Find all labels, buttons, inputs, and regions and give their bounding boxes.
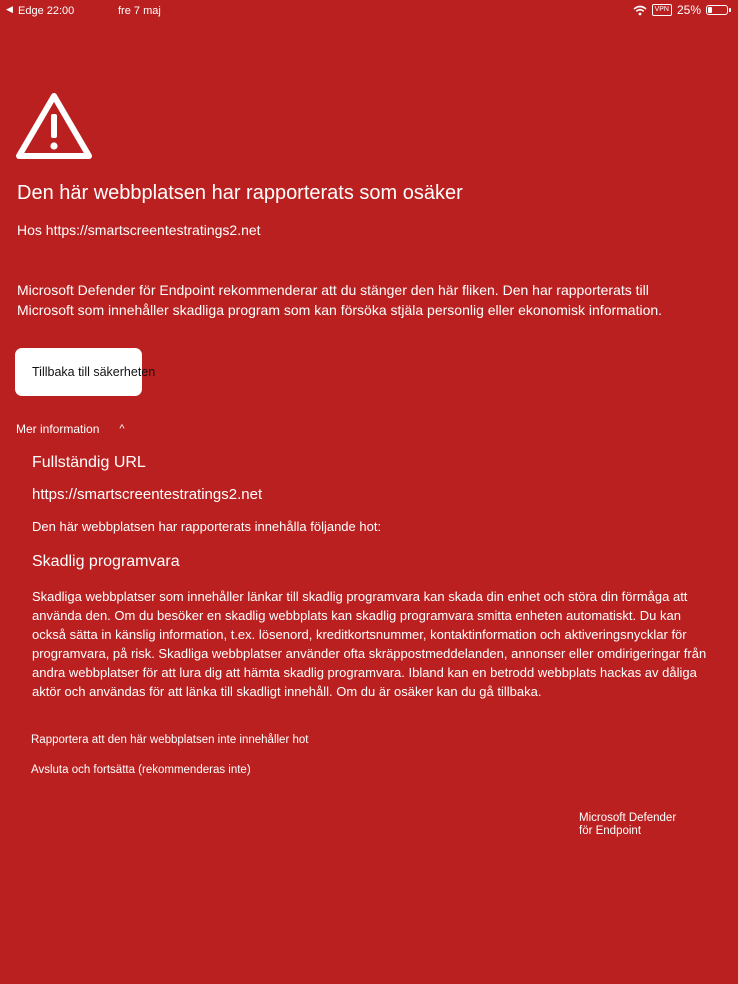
site-address: Hos https://smartscreentestratings2.net bbox=[17, 222, 261, 238]
more-info-label: Mer information bbox=[16, 422, 100, 436]
more-info-toggle[interactable]: Mer information ^ bbox=[16, 422, 125, 436]
continue-unsafe-link[interactable]: Avsluta och fortsätta (rekommenderas int… bbox=[31, 764, 251, 776]
full-url-heading: Fullständig URL bbox=[32, 454, 146, 471]
full-url: https://smartscreentestratings2.net bbox=[32, 486, 263, 503]
status-bar: ◀ Edge 22:00 fre 7 maj VPN 25% bbox=[0, 0, 738, 22]
threats-intro: Den här webbplatsen har rapporterats inn… bbox=[32, 519, 382, 534]
chevron-up-icon: ^ bbox=[119, 423, 125, 435]
battery-level bbox=[708, 7, 712, 13]
report-safe-link[interactable]: Rapportera att den här webbplatsen inte … bbox=[31, 734, 308, 746]
threat-description: Skadliga webbplatser som innehåller länk… bbox=[32, 589, 707, 699]
brand-label: Microsoft Defender för Endpoint bbox=[579, 812, 699, 838]
brand-line-1: Microsoft Defender bbox=[579, 812, 677, 824]
brand-line-2: för Endpoint bbox=[579, 825, 642, 837]
wifi-icon bbox=[633, 5, 647, 15]
status-date: fre 7 maj bbox=[118, 5, 161, 17]
vpn-badge: VPN bbox=[651, 4, 672, 16]
back-to-app-label[interactable]: Edge 22:00 bbox=[18, 5, 74, 17]
status-indicators: VPN 25% bbox=[633, 3, 731, 17]
threat-heading: Skadlig programvara bbox=[32, 553, 180, 570]
page-title: Den här webbplatsen har rapporterats som… bbox=[17, 182, 463, 204]
battery-percent: 25% bbox=[676, 3, 701, 17]
back-to-safety-button[interactable]: Tillbaka till säkerheten bbox=[15, 348, 155, 396]
back-arrow-icon[interactable]: ◀ bbox=[6, 4, 13, 15]
battery-icon bbox=[706, 5, 731, 15]
warning-triangle-icon bbox=[16, 93, 92, 159]
warning-message: Microsoft Defender för Endpoint rekommen… bbox=[17, 282, 663, 318]
